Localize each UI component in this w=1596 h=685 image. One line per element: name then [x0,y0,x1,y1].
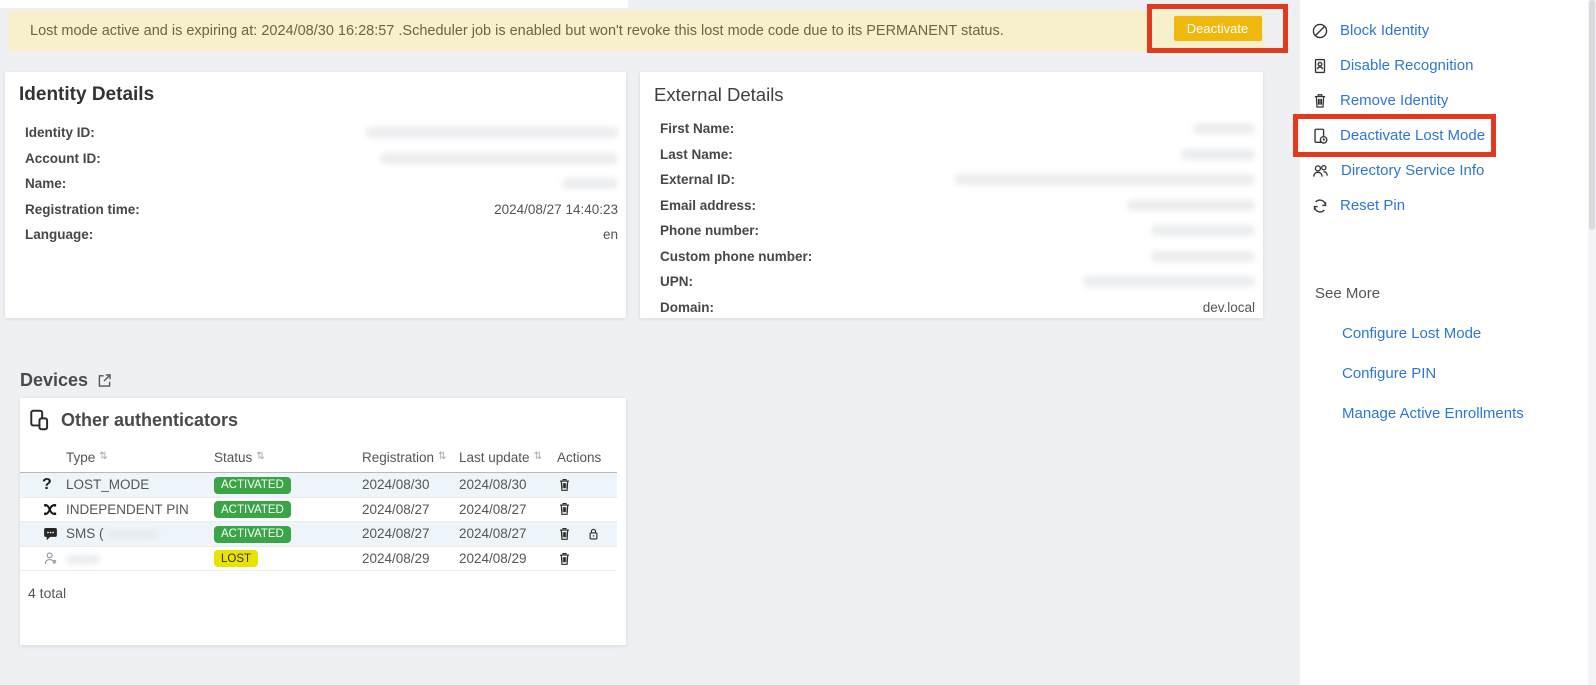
redacted-value [1151,251,1255,262]
sort-icon: ⇅ [256,452,264,462]
redacted-value [1127,200,1255,211]
field-name: Name: [13,171,618,197]
delete-icon[interactable] [557,551,572,567]
status-badge: ACTIVATED [214,477,291,494]
scrollbar[interactable] [1588,0,1596,685]
refresh-icon [1311,197,1329,215]
id-badge-icon [1311,57,1329,75]
redacted-value [562,178,618,189]
other-authenticators-title: Other authenticators [61,410,238,431]
sort-icon: ⇅ [438,452,446,462]
table-row-lost-mode: ? LOST_MODE ACTIVATED 2024/08/30 2024/08… [20,473,617,498]
status-badge: LOST [214,550,258,567]
identity-details-title: Identity Details [13,84,618,106]
sidebar-item-block-identity[interactable]: Block Identity [1300,13,1588,48]
actions-sidebar: Block Identity Disable Recognition Rem [1300,0,1588,685]
redacted-value [107,530,159,539]
external-details-card: External Details First Name: Last Name: … [640,72,1263,318]
redacted-value [1181,149,1255,160]
lost-mode-banner: Lost mode active and is expiring at: 202… [8,10,1265,52]
column-header-registration[interactable]: Registration⇅ [362,450,459,465]
field-domain: Domain: dev.local [648,295,1255,321]
person-icon [38,550,66,567]
trash-icon [1311,92,1329,110]
field-external-id: External ID: [648,167,1255,193]
identity-details-card: Identity Details Identity ID: Account ID… [5,72,626,318]
table-header-row: Type⇅ Status⇅ Registration⇅ Last update⇅… [20,442,617,473]
sort-icon: ⇅ [99,452,107,462]
redacted-value [1083,276,1255,287]
column-header-actions: Actions [557,450,617,465]
table-row-lost-device: LOST 2024/08/29 2024/08/29 [20,547,617,572]
redacted-value [366,127,618,138]
table-row-sms: SMS ( ACTIVATED 2024/08/27 2024/08/27 [20,522,617,547]
sort-icon: ⇅ [534,452,542,462]
link-configure-lost-mode[interactable]: Configure Lost Mode [1342,325,1588,342]
field-language: Language: en [13,222,618,248]
redacted-value [380,153,618,164]
status-badge: ACTIVATED [214,501,291,518]
status-badge: ACTIVATED [214,526,291,543]
sidebar-item-reset-pin[interactable]: Reset Pin [1300,188,1588,223]
field-first-name: First Name: [648,116,1255,142]
sidebar-item-directory-service-info[interactable]: Directory Service Info [1300,153,1588,188]
lock-icon[interactable] [586,526,601,542]
column-header-last-update[interactable]: Last update⇅ [459,450,557,465]
field-registration-time: Registration time: 2024/08/27 14:40:23 [13,197,618,223]
users-icon [1311,162,1330,180]
see-more-title: See More [1315,285,1588,302]
link-manage-active-enrollments[interactable]: Manage Active Enrollments [1342,405,1588,422]
sidebar-item-deactivate-lost-mode[interactable]: Deactivate Lost Mode [1300,118,1588,153]
scrolled-card-edge [0,0,628,8]
field-phone-number: Phone number: [648,218,1255,244]
question-icon: ? [38,476,66,494]
external-details-title: External Details [648,84,1255,106]
authenticators-table: Type⇅ Status⇅ Registration⇅ Last update⇅… [20,442,617,571]
external-link-icon[interactable] [96,372,113,389]
delete-icon[interactable] [557,477,572,493]
column-header-status[interactable]: Status⇅ [214,450,362,465]
banner-message: Lost mode active and is expiring at: 202… [30,23,1004,39]
scrollbar-thumb[interactable] [1589,0,1595,230]
redacted-value [1193,123,1255,134]
deactivate-button[interactable]: Deactivate [1174,16,1262,41]
field-upn: UPN: [648,269,1255,295]
total-count: 4 total [28,585,626,601]
other-authenticators-card: Other authenticators Type⇅ Status⇅ Regis… [20,398,626,645]
delete-icon[interactable] [557,526,572,542]
sidebar-item-remove-identity[interactable]: Remove Identity [1300,83,1588,118]
redacted-value [1151,225,1255,236]
block-icon [1311,22,1329,40]
field-account-id: Account ID: [13,146,618,172]
column-header-type[interactable]: Type⇅ [66,450,214,465]
table-row-independent-pin: INDEPENDENT PIN ACTIVATED 2024/08/27 202… [20,498,617,523]
devices-pair-icon [28,408,52,432]
field-email-address: Email address: [648,193,1255,219]
sms-icon [38,525,66,542]
field-last-name: Last Name: [648,142,1255,168]
redacted-value [66,555,100,564]
independent-pin-icon [38,501,66,518]
link-configure-pin[interactable]: Configure PIN [1342,365,1588,382]
field-identity-id: Identity ID: [13,120,618,146]
field-custom-phone-number: Custom phone number: [648,244,1255,270]
devices-title: Devices [20,370,88,391]
delete-icon[interactable] [557,501,572,517]
sidebar-item-disable-recognition[interactable]: Disable Recognition [1300,48,1588,83]
device-clock-icon [1311,127,1329,145]
annotation-highlight-deactivate: Deactivate [1147,4,1288,53]
redacted-value [955,174,1255,185]
